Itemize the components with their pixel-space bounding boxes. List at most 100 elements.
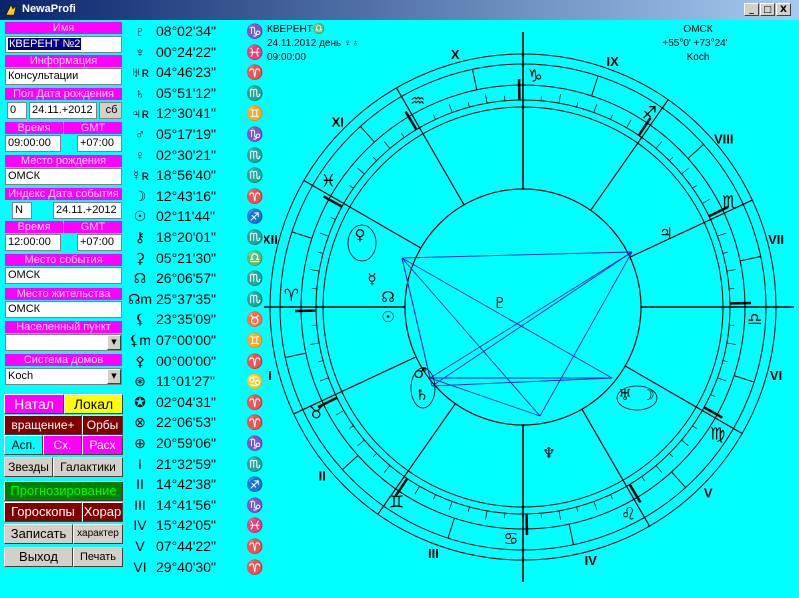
- house-number: III: [428, 546, 439, 561]
- close-button[interactable]: X: [776, 3, 791, 16]
- birth-date-input[interactable]: 24.11.+2012: [29, 102, 97, 119]
- minimize-button[interactable]: _: [744, 3, 759, 16]
- planet-row: ⚳ 05°21'30" ♎: [124, 249, 264, 268]
- sign-icon: ♊: [246, 105, 264, 122]
- zodiac-sign-icon: ♎: [747, 310, 762, 330]
- planet-row: ☽ 12°43'16" ♈: [124, 187, 264, 206]
- degree-tick: [372, 156, 377, 161]
- planet-row: III 14°41'56" ♑: [124, 496, 264, 515]
- event-place-input[interactable]: ОМСК: [5, 267, 122, 284]
- gender-input[interactable]: 0: [7, 102, 27, 119]
- horoscopes-button[interactable]: Гороскопы: [4, 502, 82, 522]
- degree-tick: [433, 494, 436, 500]
- sign-boundary: [285, 352, 306, 359]
- maximize-button[interactable]: □: [760, 3, 775, 16]
- planet-symbol: ♇: [134, 23, 146, 39]
- sign-icon: ♎: [246, 249, 264, 266]
- stars-button[interactable]: Звезды: [4, 457, 53, 477]
- planet-symbol: I: [138, 455, 142, 472]
- settlement-label: Населенный пункт: [5, 321, 122, 333]
- house-system-select[interactable]: Koch: [5, 368, 122, 385]
- planet-row: VI 29°40'30" ♈: [124, 558, 264, 577]
- planet-icon: ♄: [415, 386, 428, 404]
- degree-tick: [401, 133, 405, 138]
- zodiac-sign-icon: ♐: [642, 103, 657, 123]
- sx-button[interactable]: Сх.: [43, 435, 82, 455]
- planet-icon: ☽: [641, 386, 654, 404]
- index-input[interactable]: N: [12, 202, 32, 219]
- house-number: VII: [768, 232, 784, 247]
- planet-row: ⚸ 23°35'09" ♉: [124, 310, 264, 329]
- event-gmt-input[interactable]: +07:00: [77, 234, 122, 251]
- house-number: XI: [332, 115, 344, 130]
- planet-position: 25°37'35": [156, 290, 216, 307]
- sign-boundary: [568, 524, 575, 545]
- galaxies-button[interactable]: Галактики: [53, 457, 123, 477]
- character-button[interactable]: характер: [73, 524, 123, 544]
- degree-tick: [593, 103, 598, 113]
- degree-tick: [655, 465, 663, 473]
- degree-tick: [318, 251, 324, 254]
- birthplace-input[interactable]: ОМСК: [5, 168, 122, 185]
- sign-boundary: [360, 126, 375, 143]
- planet-icon: ♀: [355, 226, 366, 244]
- event-date-input[interactable]: 24.11.+2012: [53, 202, 122, 219]
- planet-symbol: ☽: [133, 187, 147, 204]
- birth-time-label: Время: [5, 122, 63, 134]
- planet-icon: ☊: [381, 288, 394, 306]
- forecast-button[interactable]: Прогнозирование: [4, 481, 123, 501]
- planet-icon: ♇: [493, 294, 506, 312]
- exit-button[interactable]: Выход: [4, 547, 73, 567]
- planet-symbol: ⚴: [134, 352, 146, 369]
- natal-button[interactable]: Натал: [4, 394, 64, 414]
- sign-icon: ♏: [246, 290, 264, 307]
- settlement-select[interactable]: [5, 334, 122, 351]
- sign-icon: ♑: [246, 126, 264, 142]
- input-sidebar: Имя КВЕРЕНТ №2 Информация Консультации П…: [0, 20, 124, 598]
- planet-position: 14°42'38": [156, 476, 216, 493]
- planet-symbol: ⊛: [134, 373, 146, 390]
- print-button[interactable]: Печать: [73, 547, 123, 567]
- planet-icon: ♃: [659, 224, 672, 242]
- planet-row: ⊛ 11°01'27" ♋: [124, 372, 264, 391]
- save-button[interactable]: Записать: [4, 524, 73, 544]
- degree-tick: [319, 377, 329, 382]
- planet-symbol: III: [134, 496, 146, 513]
- planet-symbol: VI: [133, 558, 147, 575]
- planet-symbol: ⚸m: [129, 332, 151, 348]
- app-icon: [5, 4, 17, 16]
- residence-input[interactable]: ОМСК: [5, 301, 122, 318]
- planet-position: 12°30'41": [156, 105, 216, 122]
- house-system-dropdown-icon[interactable]: ▼: [107, 369, 121, 384]
- divergence-button[interactable]: Расх: [82, 435, 123, 455]
- degree-tick: [357, 167, 365, 175]
- planet-position: 22°06'53": [156, 414, 216, 431]
- birth-gmt-label: GMT: [64, 122, 122, 134]
- aspect-line: [401, 257, 613, 379]
- planet-position: 14°41'56": [156, 496, 216, 513]
- info-input[interactable]: Консультации: [5, 68, 122, 85]
- aspects-button[interactable]: Асп.: [4, 435, 43, 455]
- planet-symbol: ☉: [133, 208, 147, 225]
- event-time-input[interactable]: 12:00:00: [5, 234, 61, 251]
- name-input[interactable]: КВЕРЕНТ №2: [8, 38, 82, 50]
- planet-row: ♅ʀ 04°46'23" ♈: [124, 63, 264, 82]
- sign-icon: ♋: [246, 373, 264, 390]
- local-button[interactable]: Локал: [64, 394, 123, 414]
- planet-symbol: ⊗: [134, 414, 146, 431]
- horary-button[interactable]: Хорар: [82, 502, 123, 522]
- sign-icon: ♈: [246, 414, 264, 431]
- house-number: V: [704, 485, 713, 500]
- settlement-dropdown-icon[interactable]: ▼: [107, 335, 121, 350]
- birth-gmt-input[interactable]: +07:00: [77, 135, 122, 152]
- degree-tick: [576, 506, 579, 512]
- degree-tick: [681, 167, 689, 175]
- house-number: IX: [606, 54, 619, 69]
- sign-icon: ♑: [246, 496, 264, 513]
- rotation-button[interactable]: вращение+: [4, 415, 82, 435]
- planet-position: 05°21'30": [156, 249, 216, 266]
- birth-time-input[interactable]: 09:00:00: [5, 135, 61, 152]
- degree-tick: [722, 360, 728, 363]
- degree-tick: [310, 269, 320, 272]
- orbs-button[interactable]: Орбы: [82, 415, 123, 435]
